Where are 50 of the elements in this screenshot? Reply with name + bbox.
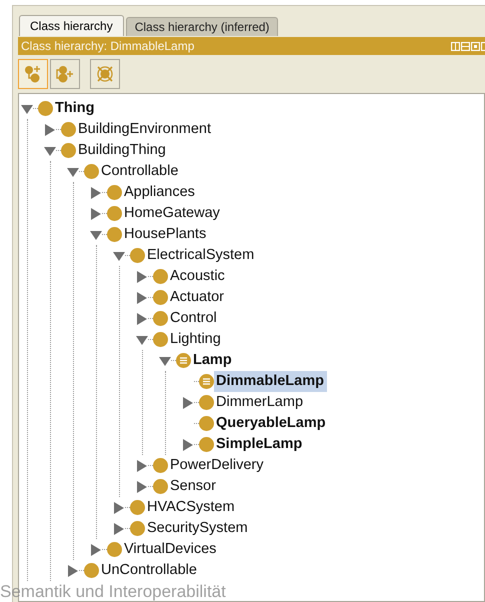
class-label[interactable]: Actuator <box>168 286 227 308</box>
expand-toggle-icon[interactable] <box>113 522 125 534</box>
class-label[interactable]: HVACSystem <box>145 496 238 518</box>
class-label[interactable]: VirtualDevices <box>122 538 220 560</box>
tab[interactable]: Class hierarchy <box>19 15 124 36</box>
collapse-toggle-icon[interactable] <box>136 334 148 344</box>
class-label[interactable]: Lamp <box>191 350 235 372</box>
collapse-toggle-icon[interactable] <box>159 356 171 366</box>
expand-toggle-icon[interactable] <box>90 186 102 198</box>
expand-toggle-icon[interactable] <box>136 292 148 304</box>
class-label[interactable]: BuildingEnvironment <box>76 118 214 140</box>
add-subclass-icon <box>23 64 43 84</box>
expand-toggle-icon[interactable] <box>44 124 56 136</box>
expand-toggle-icon[interactable] <box>136 312 148 324</box>
expand-toggle-icon[interactable] <box>113 502 125 514</box>
class-label[interactable]: Thing <box>53 98 98 120</box>
class-label[interactable]: Control <box>168 308 220 330</box>
expand-toggle-icon[interactable] <box>182 438 194 450</box>
collapse-toggle-icon[interactable] <box>113 250 125 260</box>
expand-toggle-icon[interactable] <box>136 460 148 472</box>
class-label[interactable]: UnControllable <box>99 560 200 582</box>
class-label[interactable]: HomeGateway <box>122 202 223 224</box>
collapse-toggle-icon[interactable] <box>21 104 33 114</box>
expand-toggle-icon[interactable] <box>90 208 102 220</box>
class-label[interactable]: DimmableLamp <box>214 370 327 392</box>
class-label[interactable]: Controllable <box>99 160 182 182</box>
class-label[interactable]: ElectricalSystem <box>145 244 258 266</box>
collapse-toggle-icon[interactable] <box>44 146 56 156</box>
class-label[interactable]: PowerDelivery <box>168 454 266 476</box>
expand-toggle-icon[interactable] <box>136 270 148 282</box>
view-title: Class hierarchy: DimmableLamp <box>21 38 194 55</box>
expand-toggle-icon[interactable] <box>136 480 148 492</box>
delete-class-icon <box>95 64 115 84</box>
expand-toggle-icon[interactable] <box>182 396 194 408</box>
class-label[interactable]: DimmerLamp <box>214 392 306 414</box>
class-label[interactable]: BuildingThing <box>76 140 169 162</box>
class-label[interactable]: SimpleLamp <box>214 434 306 456</box>
expand-toggle-icon[interactable] <box>67 564 79 576</box>
collapse-toggle-icon[interactable] <box>90 230 102 240</box>
class-label[interactable]: QueryableLamp <box>214 412 329 434</box>
class-label[interactable]: HousePlants <box>122 224 210 246</box>
class-label[interactable]: Lighting <box>168 328 224 350</box>
class-label[interactable]: SecuritySystem <box>145 518 251 540</box>
expand-toggle-icon[interactable] <box>90 544 102 556</box>
class-label[interactable]: Appliances <box>122 182 198 204</box>
class-label[interactable]: Acoustic <box>168 266 228 288</box>
class-label[interactable]: Sensor <box>168 476 219 498</box>
collapse-toggle-icon[interactable] <box>67 166 79 176</box>
add-sibling-icon <box>55 64 75 84</box>
tab[interactable]: Class hierarchy (inferred) <box>126 17 278 36</box>
